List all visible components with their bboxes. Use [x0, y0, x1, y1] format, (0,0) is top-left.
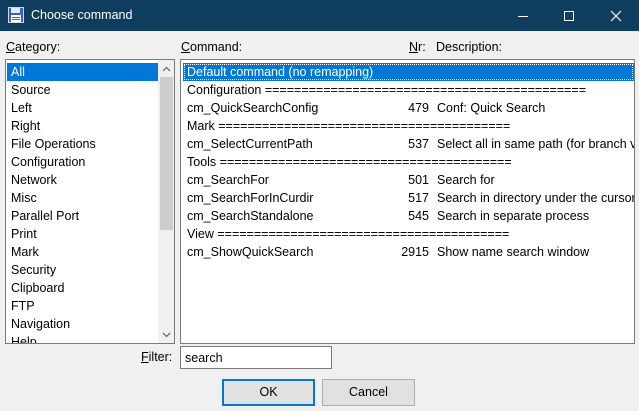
category-item[interactable]: Configuration [7, 153, 158, 171]
command-number: 479 [408, 101, 429, 115]
filter-label: Filter: [141, 350, 173, 364]
command-row[interactable]: cm_QuickSearchConfig 479 Conf: Quick Searc… [183, 99, 634, 117]
category-item[interactable]: Right [7, 117, 158, 135]
category-list[interactable]: All Source Left Right File Operations Configu… [5, 59, 175, 344]
chevron-down-icon [162, 332, 171, 337]
close-icon [610, 10, 622, 21]
nr-label: Nr: [409, 40, 426, 54]
command-row[interactable]: Configuration ==========================… [183, 81, 634, 99]
command-name: cm_SelectCurrentPath [187, 137, 313, 151]
maximize-icon [564, 10, 574, 21]
command-number: 537 [408, 137, 429, 151]
command-number: 517 [408, 191, 429, 205]
category-item[interactable]: Network [7, 171, 158, 189]
category-item[interactable]: Parallel Port [7, 207, 158, 225]
command-row[interactable]: cm_ShowQuickSearch 2915 Show name search w… [183, 243, 634, 261]
minimize-button[interactable] [500, 0, 546, 31]
command-name: Configuration ==========================… [187, 83, 587, 97]
minimize-icon [518, 15, 528, 17]
command-row[interactable]: View ===================================… [183, 225, 634, 243]
command-row[interactable]: Default command (no remapping) [183, 63, 634, 81]
chevron-up-icon [162, 66, 171, 71]
command-number: 2915 [401, 245, 429, 259]
command-name: Tools ==================================… [187, 155, 512, 169]
command-name: cm_SearchForInCurdir [187, 191, 314, 205]
command-description: Select all in same path (for branch view… [437, 137, 634, 151]
category-scrollbar[interactable] [158, 60, 174, 343]
command-description: Conf: Quick Search [437, 101, 546, 115]
category-item[interactable]: Print [7, 225, 158, 243]
category-item[interactable]: File Operations [7, 135, 158, 153]
category-label: Category: [6, 40, 61, 54]
command-list[interactable]: Default command (no remapping) Configurat… [180, 59, 635, 344]
command-number: 501 [408, 173, 429, 187]
floppy-disk-icon [8, 7, 24, 23]
command-name: cm_SearchStandalone [187, 209, 314, 223]
category-item[interactable]: Mark [7, 243, 158, 261]
category-item[interactable]: All [7, 63, 158, 81]
command-name: Default command (no remapping) [187, 65, 374, 79]
command-description: Search in separate process [437, 209, 590, 223]
category-item[interactable]: Security [7, 261, 158, 279]
category-item[interactable]: Clipboard [7, 279, 158, 297]
category-items: All Source Left Right File Operations Configu… [7, 63, 158, 343]
command-row[interactable]: cm_SearchFor 501 Search for [183, 171, 634, 189]
category-item[interactable]: Left [7, 99, 158, 117]
title-bar: Choose command [0, 0, 639, 31]
window-title: Choose command [31, 8, 133, 22]
command-description: Show name search window [437, 245, 590, 259]
scrollbar-thumb[interactable] [160, 77, 173, 230]
command-row[interactable]: Tools ==================================… [183, 153, 634, 171]
command-items: Default command (no remapping) Configurat… [183, 63, 634, 261]
scroll-down-button[interactable] [158, 326, 174, 343]
command-description: Search in directory under the cursor [437, 191, 635, 205]
command-number: 545 [408, 209, 429, 223]
close-button[interactable] [593, 0, 639, 31]
command-name: cm_QuickSearchConfig [187, 101, 319, 115]
command-row[interactable]: cm_SearchStandalone 545 Search in separate… [183, 207, 634, 225]
command-row[interactable]: Mark ===================================… [183, 117, 634, 135]
ok-button[interactable]: OK [222, 379, 315, 406]
category-item[interactable]: Source [7, 81, 158, 99]
category-item[interactable]: Misc [7, 189, 158, 207]
command-description: Search for [437, 173, 495, 187]
command-row[interactable]: cm_SelectCurrentPath 537 Select all in sam… [183, 135, 634, 153]
category-item[interactable]: Help [7, 333, 158, 343]
command-name: cm_ShowQuickSearch [187, 245, 314, 259]
cancel-button[interactable]: Cancel [322, 379, 415, 406]
command-name: cm_SearchFor [187, 173, 269, 187]
description-label: Description: [436, 40, 502, 54]
command-name: View ===================================… [187, 227, 510, 241]
command-name: Mark ===================================… [187, 119, 511, 133]
category-item[interactable]: FTP [7, 297, 158, 315]
category-item[interactable]: Navigation [7, 315, 158, 333]
maximize-button[interactable] [546, 0, 592, 31]
command-row[interactable]: cm_SearchForInCurdir 517 Search in directo… [183, 189, 634, 207]
command-label: Command: [181, 40, 243, 54]
scroll-up-button[interactable] [158, 60, 174, 77]
filter-input[interactable] [180, 346, 332, 369]
